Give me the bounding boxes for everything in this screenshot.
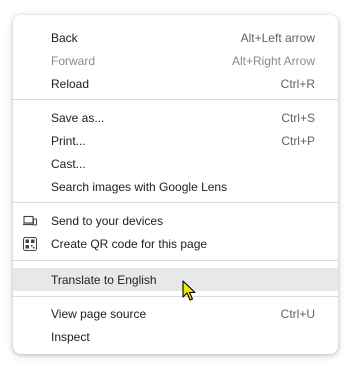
menu-item-label: Back [51,30,78,45]
menu-item-label: View page source [51,306,147,321]
menu-item-search-google-lens[interactable]: Search images with Google Lens [13,175,338,198]
menu-item-send-to-devices[interactable]: Send to your devices [13,209,338,232]
menu-item-shortcut: Alt+Left arrow [240,30,315,45]
menu-item-label: Cast... [51,156,86,171]
qr-code-icon [23,236,37,251]
menu-item-forward[interactable]: Forward Alt+Right Arrow [13,49,338,72]
menu-item-label: Translate to English [51,272,157,287]
menu-separator [13,99,338,100]
menu-item-print[interactable]: Print... Ctrl+P [13,129,338,152]
menu-item-translate[interactable]: Translate to English [13,268,338,291]
menu-item-inspect[interactable]: Inspect [13,325,338,348]
menu-item-save-as[interactable]: Save as... Ctrl+S [13,106,338,129]
menu-item-back[interactable]: Back Alt+Left arrow [13,26,338,49]
menu-item-view-page-source[interactable]: View page source Ctrl+U [13,302,338,325]
menu-item-shortcut: Ctrl+R [280,76,315,91]
context-menu: Back Alt+Left arrow Forward Alt+Right Ar… [13,15,338,354]
menu-item-label: Search images with Google Lens [51,179,228,194]
menu-item-create-qr-code[interactable]: Create QR code for this page [13,232,338,255]
menu-item-label: Print... [51,133,86,148]
menu-separator [13,296,338,297]
menu-item-shortcut: Ctrl+S [281,110,315,125]
menu-item-label: Reload [51,76,90,91]
menu-item-shortcut: Alt+Right Arrow [231,53,315,68]
menu-item-label: Inspect [51,329,90,344]
menu-item-shortcut: Ctrl+P [281,133,315,148]
menu-item-reload[interactable]: Reload Ctrl+R [13,72,338,95]
menu-separator [13,260,338,261]
menu-item-shortcut: Ctrl+U [280,306,315,321]
menu-item-label: Create QR code for this page [51,236,208,251]
menu-item-label: Save as... [51,110,105,125]
menu-item-label: Forward [51,53,96,68]
menu-item-label: Send to your devices [51,213,164,228]
menu-item-cast[interactable]: Cast... [13,152,338,175]
devices-icon [23,214,37,228]
menu-separator [13,202,338,203]
mouse-pointer-icon [182,280,196,301]
